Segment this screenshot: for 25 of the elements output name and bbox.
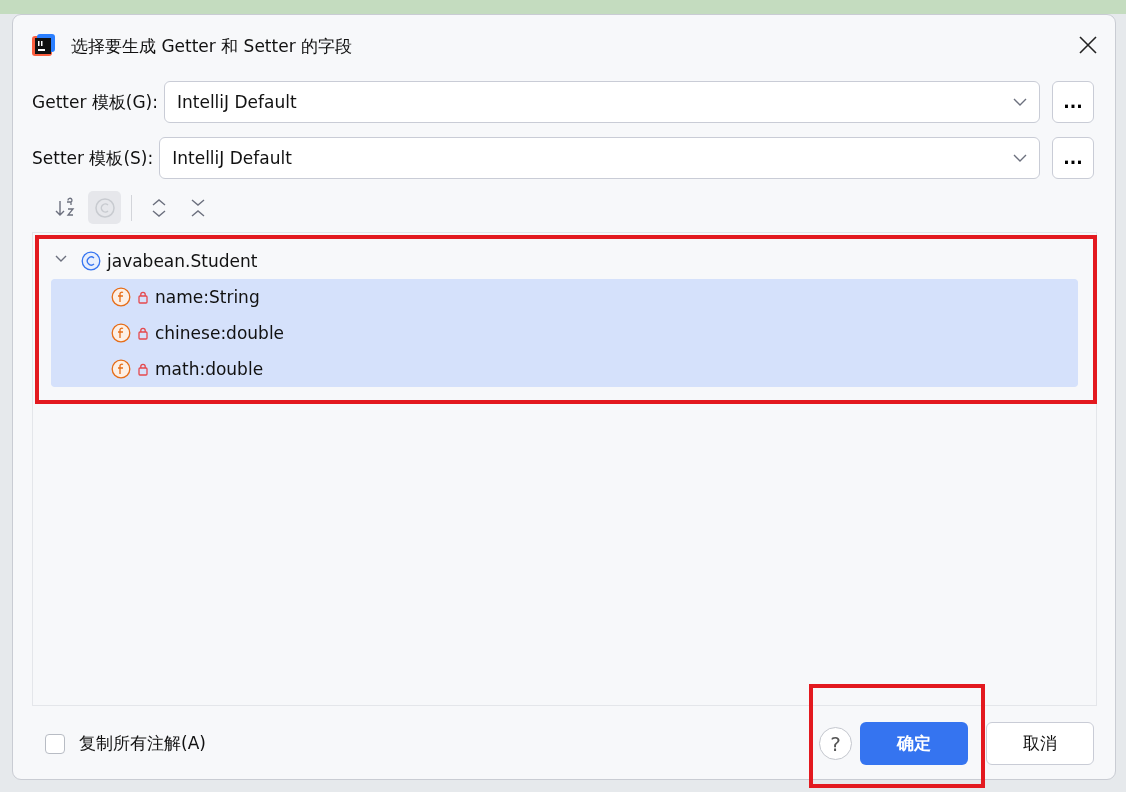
chevron-down-icon (1013, 97, 1027, 107)
app-logo-icon (31, 34, 55, 58)
field-icon (111, 287, 131, 307)
template-dropdown[interactable]: IntelliJ Default (164, 81, 1040, 123)
browse-button[interactable]: ... (1052, 81, 1094, 123)
ok-button[interactable]: 确定 (860, 722, 968, 765)
copy-annotations-checkbox[interactable]: 复制所有注解(A) (45, 732, 206, 755)
chevron-down-icon (1013, 153, 1027, 163)
field-icon (111, 359, 131, 379)
template-label: Getter 模板(G): (32, 90, 158, 114)
help-button[interactable]: ? (819, 727, 852, 760)
sort-alpha-icon (54, 196, 77, 219)
browse-button[interactable]: ... (1052, 137, 1094, 179)
lock-icon (137, 362, 149, 376)
template-label: Setter 模板(S): (32, 146, 154, 170)
cancel-button[interactable]: 取消 (986, 722, 1094, 765)
lock-icon (137, 326, 149, 340)
close-icon (1079, 35, 1097, 54)
window-title: 选择要生成 Getter 和 Setter 的字段 (71, 34, 354, 58)
class-icon (93, 196, 116, 219)
tree-node[interactable]: javabean.Student (51, 243, 1078, 279)
field-icon (111, 323, 131, 343)
lock-icon (137, 290, 149, 304)
template-dropdown[interactable]: IntelliJ Default (159, 137, 1040, 179)
class-icon (81, 251, 101, 271)
